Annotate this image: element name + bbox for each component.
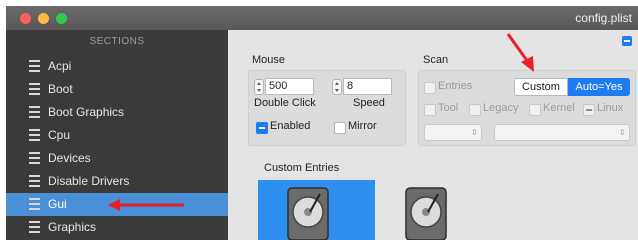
list-icon [26, 152, 40, 164]
double-click-stepper[interactable] [254, 79, 264, 95]
entries-label: Entries [438, 80, 473, 92]
sidebar-item-boot[interactable]: Boot [6, 78, 228, 101]
custom-segment[interactable]: Custom [514, 78, 568, 96]
sidebar-item-label: Boot [48, 82, 73, 96]
app-window: config.plist SECTIONS Acpi Boot Boot Gra… [6, 6, 638, 240]
gui-settings-panel: Mouse 500 Double Click 8 Speed Enabled M… [228, 30, 638, 240]
red-arrow-icon [108, 199, 184, 211]
linux-checkbox[interactable] [583, 104, 595, 116]
list-icon [26, 198, 40, 210]
kernel-label: Kernel [543, 102, 575, 114]
mirror-label: Mirror [348, 120, 377, 132]
mirror-checkbox[interactable] [334, 122, 346, 134]
sidebar-item-label: Acpi [48, 59, 72, 73]
double-click-label: Double Click [254, 97, 316, 109]
speed-stepper[interactable] [332, 79, 342, 95]
double-click-input[interactable]: 500 [265, 78, 314, 95]
list-icon [26, 175, 40, 187]
scan-group-title: Scan [423, 54, 449, 66]
sidebar-item-label: Devices [48, 151, 91, 165]
mouse-group-title: Mouse [252, 54, 286, 66]
window-title: config.plist [575, 11, 632, 25]
hard-disk-icon [287, 187, 329, 240]
collapse-panel-icon[interactable] [622, 36, 632, 46]
popup-arrows-icon: ⇳ [619, 128, 626, 137]
sidebar-item-graphics[interactable]: Graphics [6, 216, 228, 239]
close-window-icon[interactable] [20, 13, 31, 24]
kernel-checkbox[interactable] [529, 104, 541, 116]
auto-yes-segment[interactable]: Auto=Yes [568, 78, 630, 96]
speed-label: Speed [353, 97, 385, 109]
legacy-label: Legacy [483, 102, 519, 114]
sidebar-item-disable-drivers[interactable]: Disable Drivers [6, 170, 228, 193]
entries-checkbox[interactable] [424, 82, 436, 94]
sidebar-item-boot-graphics[interactable]: Boot Graphics [6, 101, 228, 124]
linux-label: Linux [597, 102, 624, 114]
list-icon [26, 221, 40, 233]
enabled-checkbox[interactable] [256, 122, 268, 134]
title-bar: config.plist [6, 6, 638, 30]
custom-entries-title: Custom Entries [264, 162, 340, 174]
popup-arrows-icon: ⇳ [471, 128, 478, 137]
minimize-window-icon[interactable] [38, 13, 49, 24]
sidebar-item-acpi[interactable]: Acpi [6, 55, 228, 78]
zoom-window-icon[interactable] [56, 13, 67, 24]
red-arrow-icon [506, 33, 534, 72]
sections-header: SECTIONS [89, 36, 145, 47]
sidebar-item-label: Gui [48, 197, 67, 211]
enabled-label: Enabled [270, 120, 311, 132]
tool-checkbox[interactable] [424, 104, 436, 116]
sidebar-item-label: Graphics [48, 220, 97, 234]
list-icon [26, 83, 40, 95]
list-icon [26, 60, 40, 72]
list-icon [26, 129, 40, 141]
sidebar-item-cpu[interactable]: Cpu [6, 124, 228, 147]
sections-sidebar: SECTIONS Acpi Boot Boot Graphics Cpu Dev… [6, 30, 228, 240]
sidebar-item-devices[interactable]: Devices [6, 147, 228, 170]
sidebar-item-label: Cpu [48, 128, 71, 142]
sidebar-item-label: Boot Graphics [48, 105, 125, 119]
scan-popup-left[interactable]: ⇳ [424, 124, 482, 141]
sidebar-item-label: Disable Drivers [48, 174, 130, 188]
scan-popup-right[interactable]: ⇳ [494, 124, 630, 141]
legacy-checkbox[interactable] [469, 104, 481, 116]
tool-label: Tool [438, 102, 459, 114]
hard-disk-icon[interactable] [404, 184, 448, 240]
list-icon [26, 106, 40, 118]
speed-input[interactable]: 8 [343, 78, 392, 95]
